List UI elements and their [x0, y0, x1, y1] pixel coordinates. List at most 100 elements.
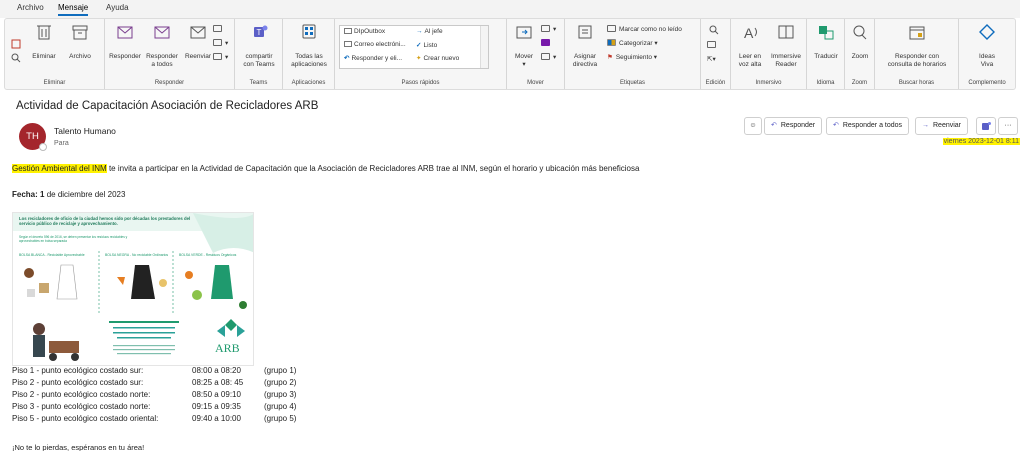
- group-mover: Mover ▾ ▾ ▾ Mover: [507, 19, 565, 89]
- reply-label: Responder: [109, 53, 141, 60]
- related-icon[interactable]: [707, 41, 719, 51]
- more-actions-button[interactable]: ···: [998, 117, 1018, 135]
- flag-icon: ⚑: [607, 54, 613, 61]
- reply-action-button[interactable]: ↶ Responder: [764, 117, 823, 135]
- quick-step-dipoutbox[interactable]: DIpOutbox: [344, 28, 385, 35]
- group-label-buscar-horas: Buscar horas: [898, 80, 935, 86]
- forward-action-button[interactable]: → Reenviar: [915, 117, 969, 135]
- group-etiquetas: Asignar directiva Marcar como no leído C…: [565, 19, 701, 89]
- quick-step-correo[interactable]: Correo electróni...: [344, 41, 406, 48]
- immersive-reader-button[interactable]: Immersive Reader: [767, 23, 805, 69]
- poster-bag-green: BOLSA VERDE - Residuos Orgánicos: [179, 253, 237, 257]
- schedule-time: 08:00 a 08:20: [192, 366, 241, 375]
- translate-button[interactable]: Traducir: [809, 23, 843, 61]
- message-date: viernes 2023-12-01 8:11: [942, 138, 1020, 145]
- tab-ayuda[interactable]: Ayuda: [106, 3, 129, 12]
- quick-step-correo-label: Correo electróni...: [354, 41, 406, 48]
- move-folder-icon: [516, 26, 532, 39]
- tab-mensaje[interactable]: Mensaje: [58, 3, 89, 16]
- reply-button[interactable]: Responder: [107, 23, 143, 61]
- search-icon[interactable]: [709, 25, 719, 39]
- archive-button[interactable]: Archivo: [63, 23, 97, 61]
- immersive-reader-label-1: Immersive: [771, 53, 801, 60]
- rules-icon[interactable]: ▾: [541, 25, 556, 35]
- poster-bag-white: BOLSA BLANCA - Reciclable Aprovechable: [19, 253, 85, 257]
- ignore-icon[interactable]: [11, 39, 21, 53]
- schedule-time: 08:50 a 09:10: [192, 390, 241, 399]
- poster-image: Los recicladores de oficio de la ciudad …: [12, 212, 254, 366]
- all-apps-button[interactable]: Todas las aplicaciones: [285, 23, 333, 69]
- forward-button[interactable]: Reenviar: [181, 23, 215, 61]
- quick-step-crear-nuevo[interactable]: ✦ Crear nuevo: [416, 54, 459, 62]
- immersive-reader-icon: [778, 25, 794, 39]
- group-teams: T compartir con Teams Teams: [235, 19, 283, 89]
- group-label-edicion: Edición: [705, 80, 726, 86]
- group-responder: Responder Responder a todos Reenviar ▾ ▾…: [105, 19, 235, 89]
- more-icon: ···: [1004, 122, 1012, 129]
- tab-archivo[interactable]: Archivo: [17, 3, 44, 12]
- sweep-icon[interactable]: [11, 53, 21, 67]
- follow-up-button[interactable]: ⚑ Seguimiento ▾: [607, 53, 657, 63]
- onenote-icon[interactable]: [541, 39, 553, 49]
- reply-all-button[interactable]: Responder a todos: [143, 23, 181, 69]
- group-label-etiquetas: Etiquetas: [619, 80, 646, 86]
- meeting-reply-icon[interactable]: [213, 25, 225, 35]
- reply-arrow-icon: ↶: [771, 122, 777, 129]
- select-icon[interactable]: ⇱▾: [707, 55, 716, 65]
- group-buscar-horas: Responder con consulta de horarios Busca…: [875, 19, 959, 89]
- emoji-button[interactable]: ☺: [744, 117, 762, 135]
- archive-icon: [72, 25, 88, 40]
- zoom-icon: [853, 25, 867, 40]
- delete-button[interactable]: Eliminar: [27, 23, 61, 61]
- group-label-idioma: Idioma: [816, 80, 835, 86]
- more-reply-icon[interactable]: ▾: [213, 53, 228, 63]
- presence-dot: [39, 143, 47, 151]
- share-teams-button[interactable]: T compartir con Teams: [237, 23, 281, 69]
- group-zoom: Zoom Zoom: [845, 19, 875, 89]
- ribbon: Eliminar Archivo Eliminar Responder Resp…: [4, 18, 1016, 90]
- svg-text:T: T: [257, 28, 262, 37]
- reply-scheduling-button[interactable]: Responder con consulta de horarios: [877, 23, 957, 69]
- quick-step-responder-eli[interactable]: ↶ Responder y eli...: [344, 54, 402, 62]
- quick-step-responder-eli-label: Responder y eli...: [351, 55, 403, 62]
- schedule-place: Piso 1 - punto ecológico costado sur:: [12, 366, 144, 375]
- categorize-button[interactable]: Categorizar ▾: [607, 39, 658, 49]
- assign-policy-button[interactable]: Asignar directiva: [567, 23, 603, 69]
- assign-policy-label-1: Asignar: [573, 53, 597, 60]
- quick-step-listo[interactable]: ✓ Listo: [416, 41, 437, 49]
- actions-icon[interactable]: ▾: [541, 53, 556, 63]
- move-dropdown-icon: ▾: [522, 61, 526, 68]
- intro-rest: te invita a participar en la Actividad d…: [106, 164, 640, 173]
- all-apps-label-2: aplicaciones: [291, 61, 327, 68]
- reply-action-label: Responder: [780, 122, 816, 129]
- schedule-group: (grupo 5): [264, 414, 297, 423]
- date-label: Fecha:: [12, 190, 38, 199]
- group-complemento: Ideas Viva Complemento: [959, 19, 1015, 89]
- zoom-button[interactable]: Zoom: [846, 23, 874, 61]
- trash-icon: [37, 25, 51, 40]
- read-aloud-icon: A: [744, 25, 757, 41]
- menu-bar: Archivo Mensaje Ayuda: [0, 0, 1020, 18]
- translate-label: Traducir: [814, 53, 838, 60]
- mark-unread-button[interactable]: Marcar como no leído: [607, 25, 682, 35]
- apps-grid-icon: [302, 24, 316, 39]
- move-button[interactable]: Mover ▾: [509, 23, 539, 69]
- group-pasos-rapidos: DIpOutbox → Al jefe Correo electróni... ✓…: [335, 19, 507, 89]
- quick-steps-scroll[interactable]: [480, 26, 488, 68]
- im-reply-icon[interactable]: ▾: [213, 39, 228, 49]
- read-aloud-button[interactable]: A Leer en voz alta: [733, 23, 767, 69]
- group-label-inmersivo: Inmersivo: [755, 80, 782, 86]
- viva-insights-button[interactable]: Ideas Viva: [961, 23, 1013, 69]
- quick-steps-gallery: DIpOutbox → Al jefe Correo electróni... ✓…: [339, 25, 489, 69]
- schedule-time: 08:25 a 08: 45: [192, 378, 244, 387]
- reply-all-action-button[interactable]: ↶ Responder a todos: [826, 117, 910, 135]
- closing-line: ¡No te lo pierdas, espéranos en tu área!: [12, 443, 145, 451]
- teams-action-button[interactable]: [976, 117, 996, 135]
- sender-name[interactable]: Talento Humano: [54, 126, 116, 136]
- quick-step-listo-label: Listo: [423, 42, 438, 49]
- quick-step-al-jefe[interactable]: → Al jefe: [416, 28, 443, 35]
- mark-unread-label: Marcar como no leído: [619, 26, 682, 33]
- avatar[interactable]: TH: [19, 123, 47, 151]
- intro-highlight: Gestión Ambiental del INM: [12, 164, 107, 173]
- group-label-mover: Mover: [527, 80, 544, 86]
